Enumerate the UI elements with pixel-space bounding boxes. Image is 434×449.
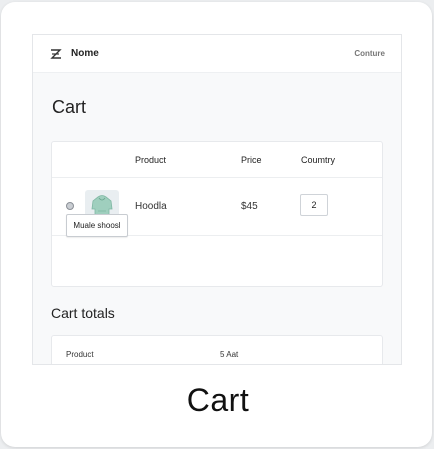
column-header-quantity: Coumtry [301, 155, 336, 165]
cart-totals-table: Product 5 Aat [51, 335, 383, 364]
cart-table: Product Price Coumtry Hoodla $45 2 Muale… [51, 141, 383, 287]
remove-item-radio[interactable] [66, 202, 74, 210]
totals-product-value: 5 Aat [220, 350, 239, 359]
brand-name[interactable]: Nome [71, 48, 99, 59]
top-navbar: Nome Conture [33, 35, 401, 73]
column-header-price: Price [241, 155, 262, 165]
update-cart-button[interactable]: Muale shoosl [66, 214, 128, 237]
screenshot-card: Nome Conture Cart Product Price Coumtry [1, 2, 432, 447]
product-name[interactable]: Hoodla [135, 201, 167, 212]
totals-product-label: Product [66, 350, 94, 359]
caption: Cart [186, 382, 250, 418]
logo-icon[interactable] [49, 47, 63, 61]
cart-totals-title: Cart totals [51, 305, 115, 321]
product-price: $45 [241, 201, 258, 212]
continue-link[interactable]: Conture [354, 49, 385, 58]
cart-page: Nome Conture Cart Product Price Coumtry [32, 34, 402, 365]
table-header: Product Price Coumtry [52, 142, 382, 178]
column-header-product: Product [135, 155, 167, 165]
quantity-input[interactable]: 2 [300, 194, 328, 216]
page-title: Cart [52, 97, 87, 117]
